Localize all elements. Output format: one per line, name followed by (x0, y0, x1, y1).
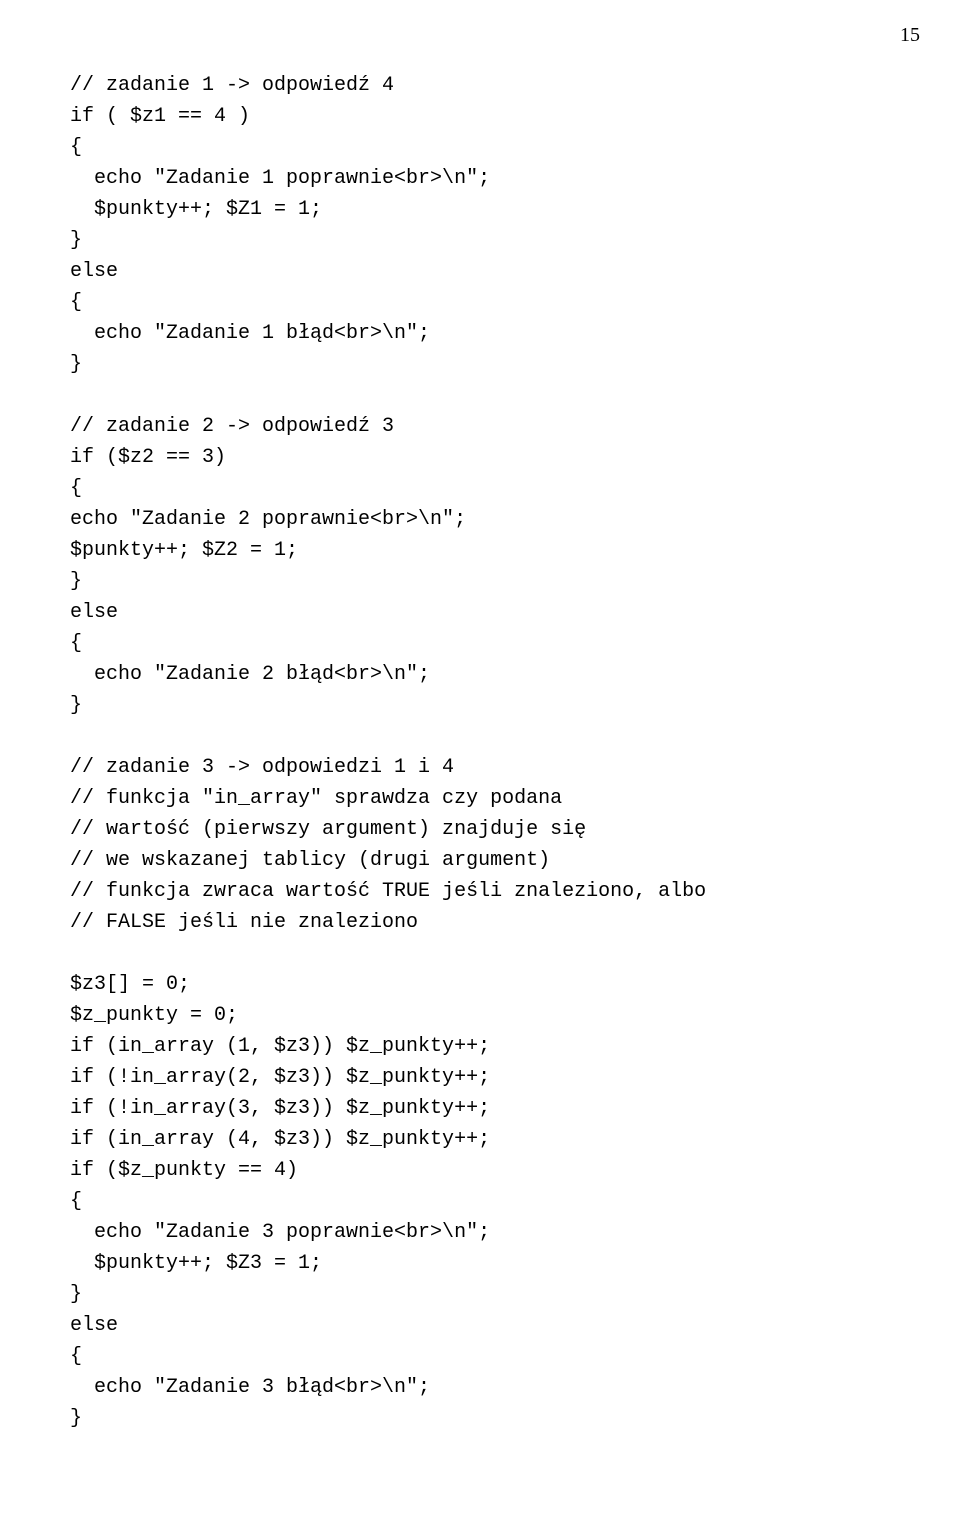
document-page: 15 // zadanie 1 -> odpowiedź 4 if ( $z1 … (0, 0, 960, 1521)
code-block: // zadanie 1 -> odpowiedź 4 if ( $z1 == … (70, 70, 890, 1434)
page-number: 15 (900, 20, 920, 51)
